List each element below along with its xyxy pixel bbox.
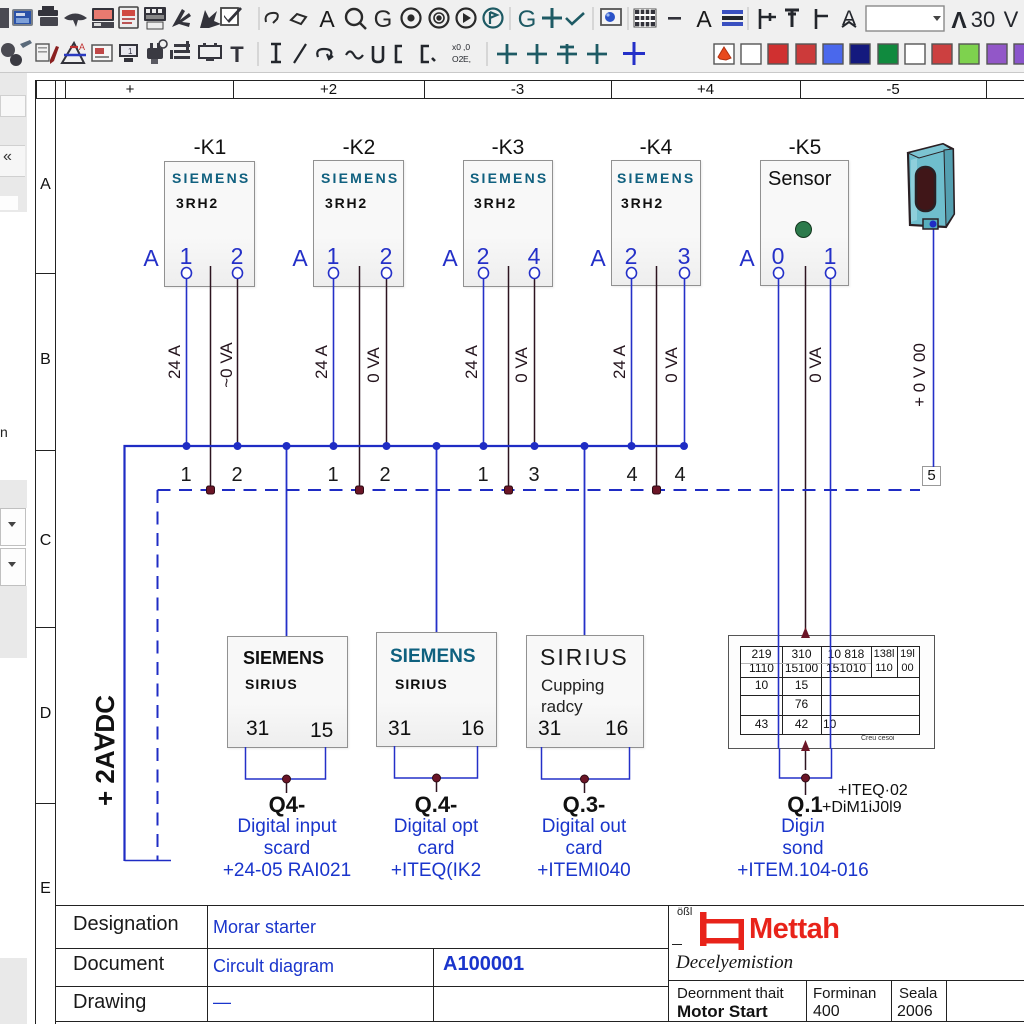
svg-text:O2: O2 — [452, 54, 464, 64]
svg-text:T: T — [230, 42, 244, 67]
svg-text:A: A — [696, 6, 712, 32]
svg-text:G: G — [374, 6, 393, 33]
svg-text:,0: ,0 — [463, 42, 470, 52]
svg-text:x0: x0 — [452, 42, 461, 52]
svg-text:Λ: Λ — [951, 7, 967, 33]
svg-text:30: 30 — [971, 7, 995, 32]
svg-text:A: A — [319, 6, 335, 32]
svg-text:V: V — [1004, 7, 1019, 32]
svg-text:E,: E, — [463, 54, 471, 64]
svg-text:G: G — [518, 6, 537, 33]
svg-text:1: 1 — [128, 47, 133, 56]
svg-text:A: A — [79, 42, 85, 52]
